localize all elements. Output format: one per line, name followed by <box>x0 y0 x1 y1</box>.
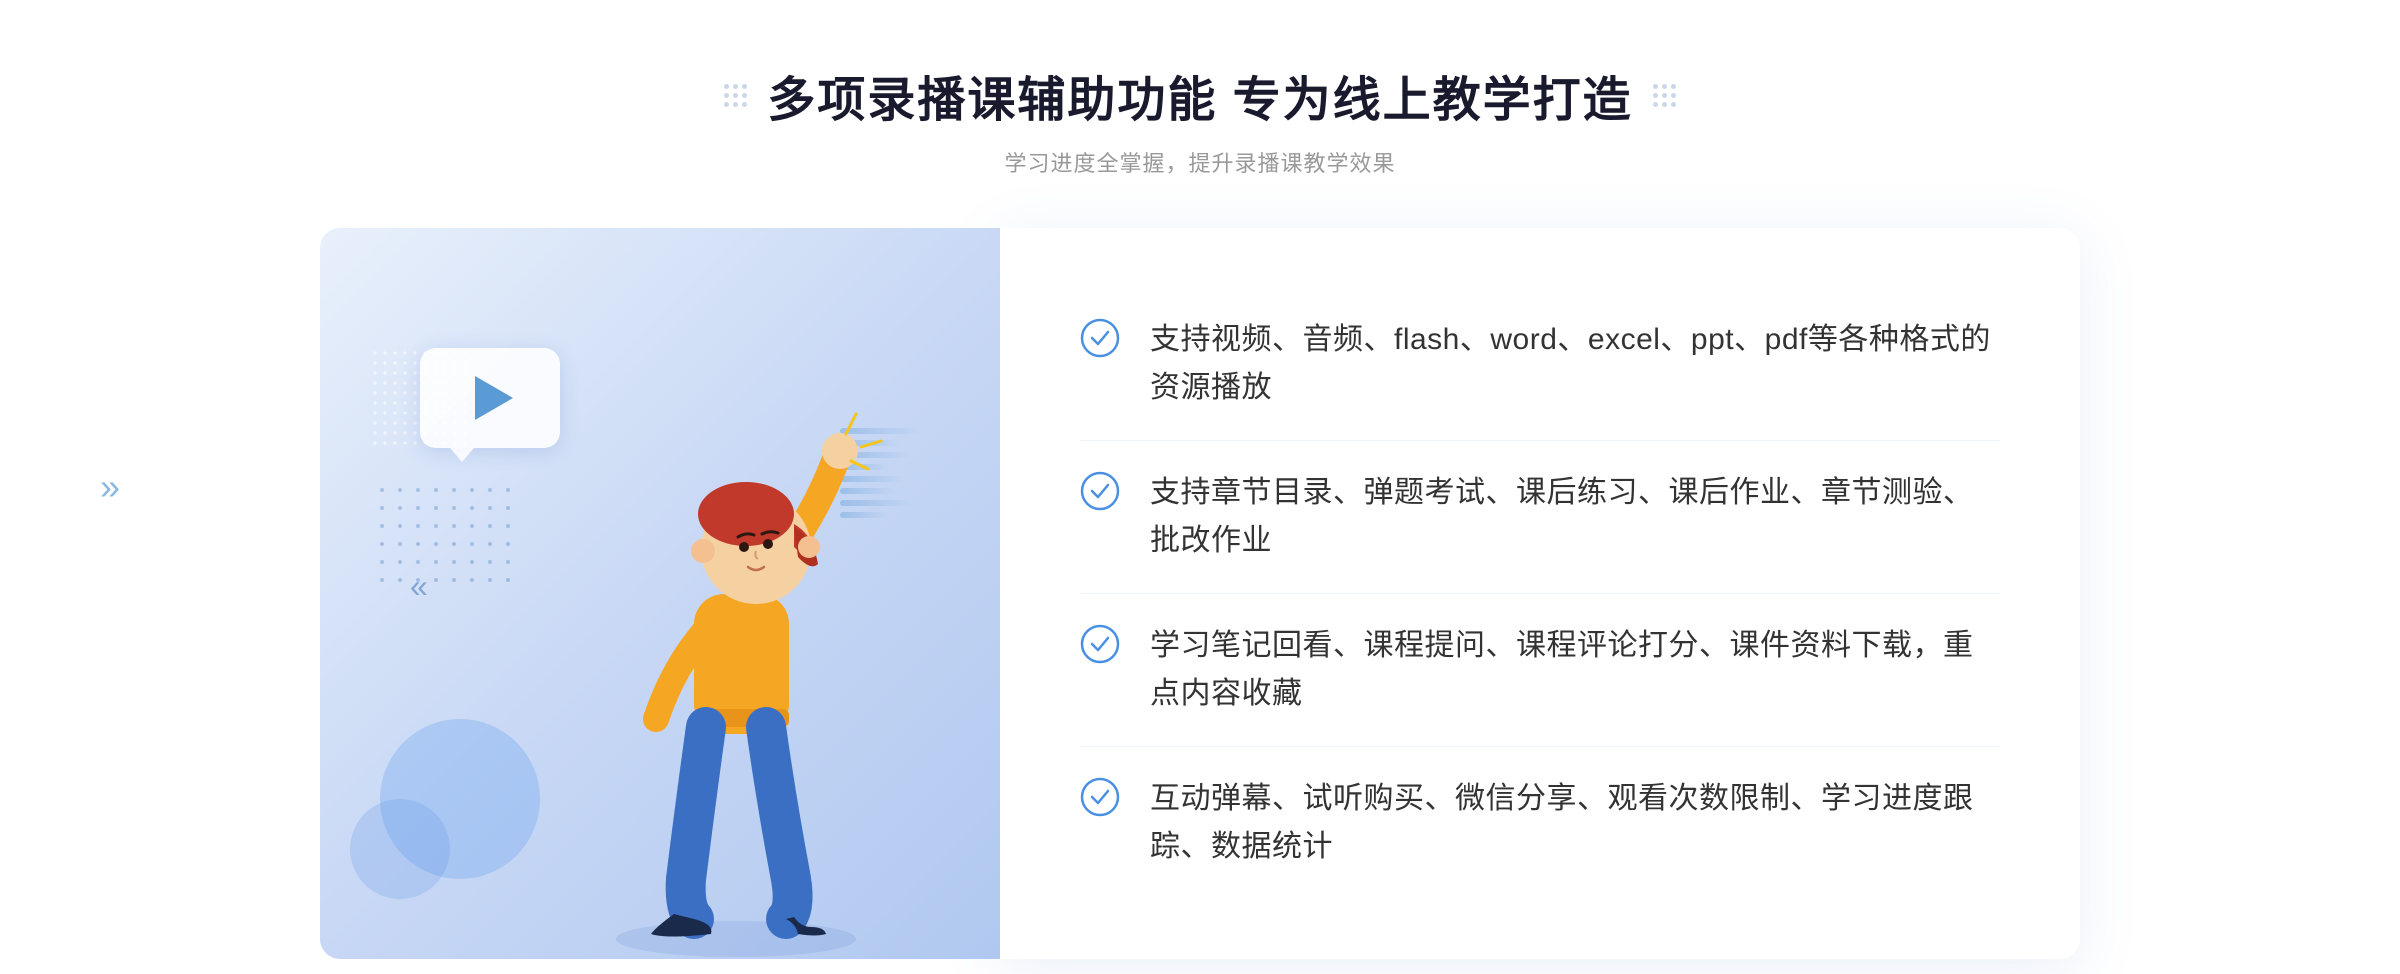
play-bubble-tail <box>450 448 474 462</box>
check-icon-3 <box>1080 624 1120 664</box>
features-card: 支持视频、音频、flash、word、excel、ppt、pdf等各种格式的资源… <box>1000 228 2080 959</box>
illus-dots-pattern <box>380 488 516 588</box>
dots-icon-left <box>724 84 747 107</box>
check-icon-1 <box>1080 318 1120 358</box>
feature-item-4: 互动弹幕、试听购买、微信分享、观看次数限制、学习进度跟踪、数据统计 <box>1080 747 2000 899</box>
page-header: 多项录播课辅助功能 专为线上教学打造 学习进度全掌握，提升录播课教学效果 <box>724 60 1675 178</box>
feature-item-3: 学习笔记回看、课程提问、课程评论打分、课件资料下载，重点内容收藏 <box>1080 594 2000 747</box>
feature-text-3: 学习笔记回看、课程提问、课程评论打分、课件资料下载，重点内容收藏 <box>1150 622 2000 718</box>
title-row: 多项录播课辅助功能 专为线上教学打造 <box>724 60 1675 130</box>
play-bubble <box>420 348 560 458</box>
human-figure-illustration <box>546 379 926 959</box>
feature-item-1: 支持视频、音频、flash、word、excel、ppt、pdf等各种格式的资源… <box>1080 288 2000 441</box>
illus-arrows-icon: « <box>410 568 428 605</box>
illustration-card: « <box>320 228 1000 959</box>
feature-text-2: 支持章节目录、弹题考试、课后练习、课后作业、章节测验、批改作业 <box>1150 469 2000 565</box>
check-icon-2 <box>1080 471 1120 511</box>
check-icon-4 <box>1080 777 1120 817</box>
chevron-left-decoration: » <box>100 466 120 508</box>
main-content: « <box>320 228 2080 959</box>
feature-item-2: 支持章节目录、弹题考试、课后练习、课后作业、章节测验、批改作业 <box>1080 441 2000 594</box>
feature-text-1: 支持视频、音频、flash、word、excel、ppt、pdf等各种格式的资源… <box>1150 316 2000 412</box>
feature-text-4: 互动弹幕、试听购买、微信分享、观看次数限制、学习进度跟踪、数据统计 <box>1150 775 2000 871</box>
illus-circle-small <box>350 799 450 899</box>
play-icon <box>475 376 513 420</box>
dots-icon-right <box>1653 84 1676 107</box>
page-title: 多项录播课辅助功能 专为线上教学打造 <box>767 60 1632 130</box>
page-subtitle: 学习进度全掌握，提升录播课教学效果 <box>724 146 1675 178</box>
play-bubble-box <box>420 348 560 448</box>
page-wrapper: » 多项录播课辅助功能 专为线上教学打造 学习进度全掌握，提升录播课教学效果 <box>0 0 2400 974</box>
